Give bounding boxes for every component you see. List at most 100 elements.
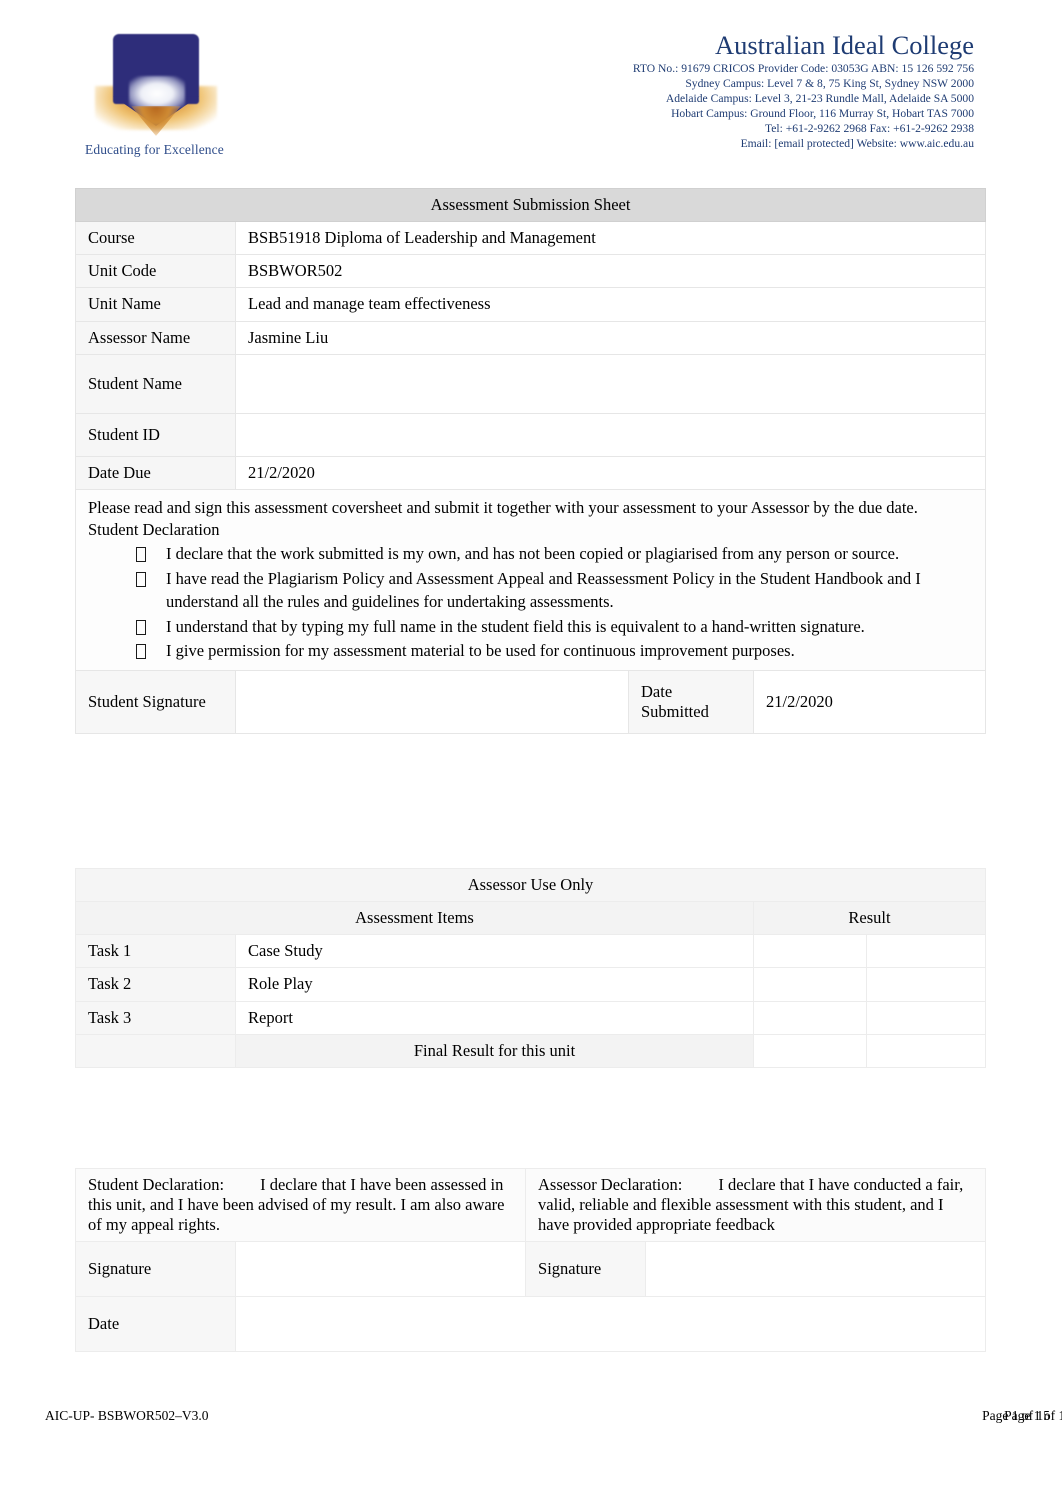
table-row: Task 2 Role Play	[75, 967, 987, 1002]
task-label: Task 1	[75, 934, 236, 969]
table-row-student-name: Student Name	[75, 353, 987, 414]
column-header-result: Result	[752, 901, 987, 936]
table-row-assessor-header: Assessment Items Result	[75, 901, 987, 936]
task-result-b[interactable]	[865, 967, 987, 1002]
document-header: Educating for Excellence Australian Idea…	[0, 0, 1062, 172]
value-student-name[interactable]	[234, 353, 987, 414]
header-line-email: Email: [email protected] Website: www.ai…	[740, 136, 974, 150]
footer-page-number: Page 1 of 15 Page 1 of 15	[982, 1408, 1062, 1424]
table-row-assessor-name: Assessor Name Jasmine Liu	[75, 320, 987, 355]
final-result-a[interactable]	[753, 1033, 867, 1068]
table-row: Task 3 Report	[75, 1000, 987, 1035]
assessor-declaration-cell: Assessor Declaration: I declare that I ha…	[525, 1167, 987, 1243]
final-result-b[interactable]	[865, 1033, 987, 1068]
page-title: Assessment Submission Sheet	[74, 187, 987, 223]
column-header-assessment-items: Assessment Items	[75, 901, 754, 936]
list-item: I have read the Plagiarism Policy and As…	[136, 567, 973, 614]
footer-document-code: AIC-UP- BSBWOR502–V3.0	[45, 1408, 209, 1423]
task-result-b[interactable]	[865, 934, 987, 969]
field-student-signature[interactable]	[235, 669, 629, 734]
task-name: Report	[235, 1000, 754, 1035]
missing-glyph-bullet-icon	[136, 546, 146, 562]
declaration-heading: Student Declaration	[88, 519, 220, 539]
table-row-declarations: Student Declaration: I declare that I hav…	[74, 1167, 987, 1243]
final-result-spacer	[75, 1033, 236, 1068]
task-label: Task 2	[75, 967, 236, 1002]
list-item-text: I have read the Plagiarism Policy and As…	[166, 568, 921, 612]
header-line-sydney: Sydney Campus: Level 7 & 8, 75 King St, …	[685, 77, 974, 91]
final-result-label: Final Result for this unit	[235, 1033, 754, 1068]
task-result-a[interactable]	[753, 967, 867, 1002]
header-line-phone: Tel: +61-2-9262 2968 Fax: +61-2-9262 293…	[764, 121, 974, 135]
footer-page-number-stack: Page 1 of 15 Page 1 of 15	[982, 1408, 1062, 1424]
table-row-final-result: Final Result for this unit	[75, 1033, 987, 1068]
logo-block: Educating for Excellence	[85, 28, 315, 158]
field-assessor-signature[interactable]	[645, 1241, 987, 1298]
task-name: Case Study	[235, 934, 754, 969]
declaration-list: I declare that the work submitted is my …	[88, 542, 973, 663]
table-row-date: Date	[75, 1296, 987, 1353]
table-row-course: Course BSB51918 Diploma of Leadership an…	[75, 221, 987, 256]
label-student-signature-bottom: Signature	[75, 1241, 236, 1298]
table-row-signatures: Signature Signature	[75, 1241, 987, 1298]
footer-page-number-overlay: Page 1 of 15	[1004, 1408, 1062, 1423]
label-student-id: Student ID	[75, 412, 236, 457]
label-assessor-signature: Signature	[525, 1241, 647, 1298]
header-line-rto: RTO No.: 91679 CRICOS Provider Code: 030…	[632, 62, 974, 76]
list-item: I declare that the work submitted is my …	[136, 542, 973, 566]
student-declaration-block: Please read and sign this assessment cov…	[74, 488, 987, 671]
logo-swoosh	[129, 76, 185, 108]
header-contact-block: Australian Ideal College RTO No.: 91679 …	[414, 30, 974, 151]
field-student-signature-bottom[interactable]	[234, 1241, 527, 1298]
task-label: Task 3	[75, 1000, 236, 1035]
table-row: Task 1 Case Study	[75, 934, 987, 969]
label-assessor-name-text: Assessor Name	[88, 327, 191, 347]
assessor-section-title: Assessor Use Only	[74, 867, 987, 903]
missing-glyph-bullet-icon	[136, 644, 146, 660]
value-unit-name[interactable]: Lead and manage team effectiveness	[234, 287, 987, 322]
label-course: Course	[75, 221, 236, 256]
list-item-text: I give permission for my assessment mate…	[166, 641, 795, 661]
label-unit-code: Unit Code	[75, 254, 236, 289]
task-result-b[interactable]	[865, 1000, 987, 1035]
value-student-id[interactable]	[234, 412, 987, 457]
college-name: Australian Ideal College	[714, 30, 974, 60]
bottom-declarations-table: Student Declaration: I declare that I hav…	[74, 1167, 987, 1353]
table-row-unit-name: Unit Name Lead and manage team effective…	[75, 287, 987, 322]
label-date-bottom: Date	[75, 1296, 236, 1353]
field-date-submitted[interactable]: 21/2/2020	[752, 669, 987, 734]
document-page: Educating for Excellence Australian Idea…	[0, 0, 1062, 1503]
assessor-use-only-table: Assessor Use Only Assessment Items Resul…	[74, 867, 987, 1068]
table-row-title: Assessment Submission Sheet	[74, 187, 987, 223]
shield-logo-icon	[95, 28, 220, 136]
student-declaration-cell: Student Declaration: I declare that I hav…	[74, 1167, 527, 1243]
task-name: Role Play	[235, 967, 754, 1002]
list-item-text: I understand that by typing my full name…	[166, 616, 865, 636]
value-course[interactable]: BSB51918 Diploma of Leadership and Manag…	[234, 221, 987, 256]
header-line-adelaide: Adelaide Campus: Level 3, 21-23 Rundle M…	[665, 92, 974, 106]
table-row-date-due: Date Due 21/2/2020	[75, 455, 987, 490]
table-row-student-id: Student ID	[75, 412, 987, 457]
table-row-assessor-title: Assessor Use Only	[74, 867, 987, 903]
missing-glyph-bullet-icon	[136, 571, 146, 587]
label-student-signature: Student Signature	[75, 669, 236, 734]
value-unit-code[interactable]: BSBWOR502	[234, 254, 987, 289]
label-date-due: Date Due	[75, 455, 236, 490]
label-unit-name: Unit Name	[75, 287, 236, 322]
task-result-a[interactable]	[753, 1000, 867, 1035]
list-item: I understand that by typing my full name…	[136, 615, 973, 639]
list-item-text: I declare that the work submitted is my …	[166, 543, 900, 563]
declaration-instruction: Please read and sign this assessment cov…	[88, 497, 918, 517]
task-result-a[interactable]	[753, 934, 867, 969]
document-footer: AIC-UP- BSBWOR502–V3.0 Page 1 of 15 Page…	[0, 1400, 1062, 1440]
label-student-name: Student Name	[75, 353, 236, 414]
label-date-submitted: Date Submitted	[628, 669, 754, 734]
value-assessor-name[interactable]: Jasmine Liu	[234, 320, 987, 355]
field-date-bottom[interactable]	[234, 1296, 987, 1353]
value-date-due[interactable]: 21/2/2020	[234, 455, 987, 490]
missing-glyph-bullet-icon	[136, 619, 146, 635]
assessor-declaration-label: Assessor Declaration:	[538, 1175, 683, 1194]
list-item: I give permission for my assessment mate…	[136, 639, 973, 663]
header-line-hobart: Hobart Campus: Ground Floor, 116 Murray …	[671, 106, 974, 120]
table-row-unit-code: Unit Code BSBWOR502	[75, 254, 987, 289]
